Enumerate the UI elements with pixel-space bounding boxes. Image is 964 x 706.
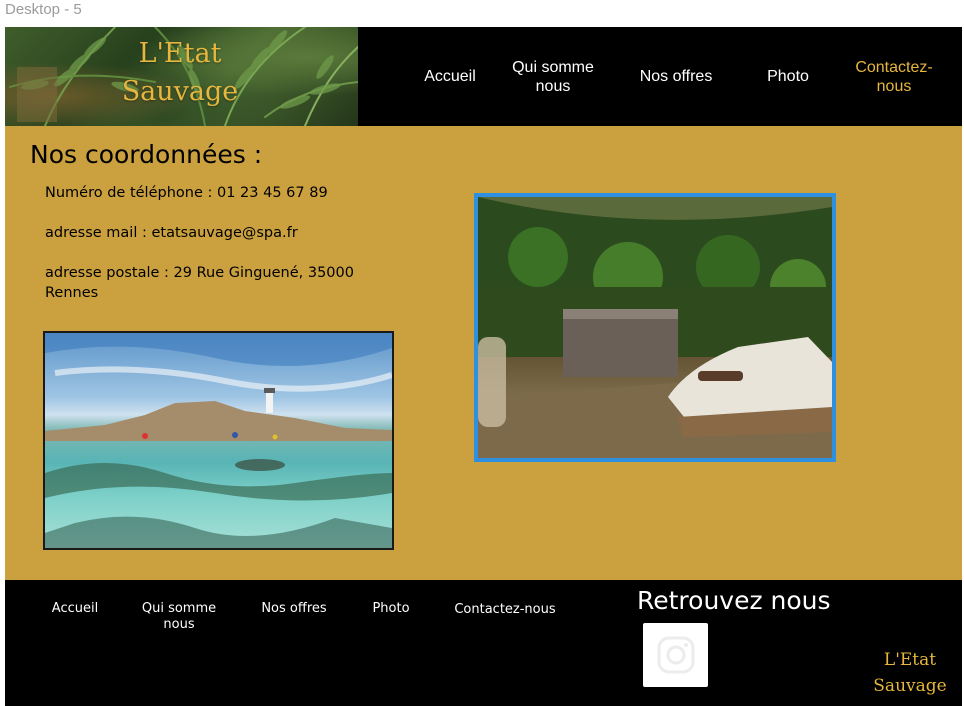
brand-logo: L'Etat Sauvage <box>115 35 245 111</box>
nav-item-photo[interactable]: Photo <box>748 27 828 126</box>
nav-item-nos-offres[interactable]: Nos offres <box>626 27 726 126</box>
brand-banner[interactable]: L'Etat Sauvage <box>5 27 358 126</box>
footer-link-contactez-nous[interactable]: Contactez-nous <box>450 602 560 618</box>
page-title: Nos coordonnées : <box>30 140 263 169</box>
footer-link-accueil[interactable]: Accueil <box>45 601 105 617</box>
brand-line-2: Sauvage <box>121 76 239 107</box>
phone-number: Numéro de téléphone : 01 23 45 67 89 <box>45 185 328 201</box>
nav-item-qui-somme-nous[interactable]: Qui somme nous <box>502 27 604 126</box>
page: L'Etat Sauvage Accueil Qui somme nous No… <box>5 27 962 706</box>
footer-link-qui-somme-nous[interactable]: Qui somme nous <box>138 601 220 633</box>
frame-label: Desktop - 5 <box>5 1 82 18</box>
header: L'Etat Sauvage Accueil Qui somme nous No… <box>5 27 962 126</box>
instagram-icon[interactable] <box>643 623 708 687</box>
follow-us-title: Retrouvez nous <box>637 586 831 615</box>
spa-jacuzzi-photo <box>474 193 836 462</box>
footer-brand-line-1: L'Etat <box>883 650 937 670</box>
nav-item-contactez-nous[interactable]: Contactez-nous <box>838 27 950 126</box>
footer: Accueil Qui somme nous Nos offres Photo … <box>5 580 962 706</box>
postal-address: adresse postale : 29 Rue Ginguené, 35000… <box>45 265 354 301</box>
main-nav: Accueil Qui somme nous Nos offres Photo … <box>358 27 962 126</box>
beach-lighthouse-photo <box>43 331 394 550</box>
footer-brand-logo: L'Etat Sauvage <box>860 647 960 699</box>
email-address: adresse mail : etatsauvage@spa.fr <box>45 225 298 241</box>
footer-link-nos-offres[interactable]: Nos offres <box>254 601 334 617</box>
nav-item-accueil[interactable]: Accueil <box>410 27 490 126</box>
footer-brand-line-2: Sauvage <box>873 676 947 696</box>
footer-link-photo[interactable]: Photo <box>366 601 416 617</box>
brand-line-1: L'Etat <box>138 38 222 69</box>
